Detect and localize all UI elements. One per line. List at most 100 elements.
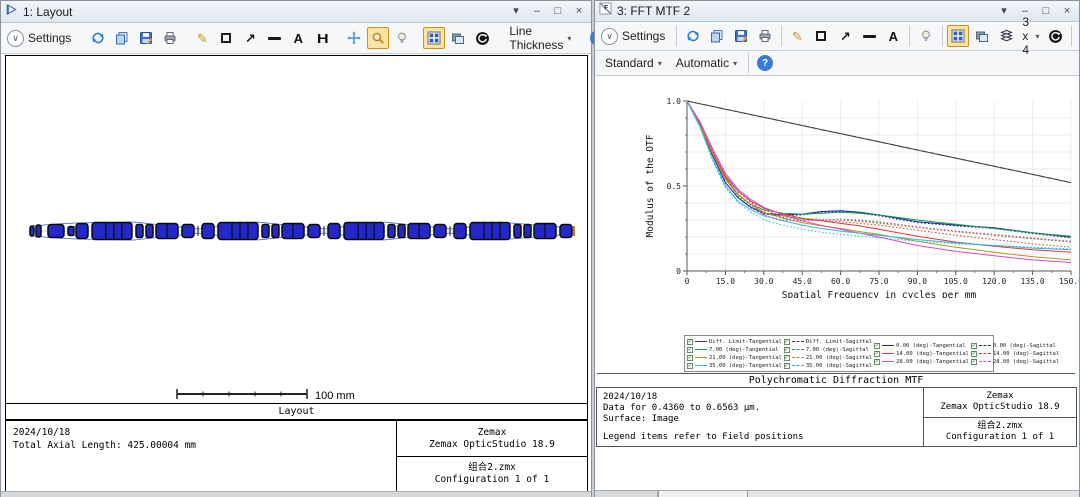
- text-tool-button[interactable]: A: [287, 27, 309, 49]
- chevron-down-icon: ▾: [733, 59, 737, 68]
- layout-info-table: 2024/10/18 Total Axial Length: 425.00004…: [5, 420, 588, 492]
- refresh-button[interactable]: [682, 25, 704, 47]
- x-tick-label: 0: [685, 277, 690, 286]
- window-title: 1: Layout: [23, 5, 72, 19]
- zoom-button[interactable]: [367, 27, 389, 49]
- pencil-icon: ✎: [792, 30, 803, 43]
- legend-label: 35.00 (deg)-Tangential: [709, 363, 782, 369]
- chevron-down-icon: ▾: [567, 34, 571, 43]
- chevron-down-icon: ▾: [658, 59, 662, 68]
- refresh-button[interactable]: [87, 27, 109, 49]
- help-button[interactable]: ?: [754, 52, 776, 74]
- legend-item: ✓14.00 (deg)-Tangential: [874, 350, 969, 358]
- lamp-button[interactable]: [915, 25, 937, 47]
- legend-checkbox-icon: ✓: [971, 359, 977, 365]
- copy-button[interactable]: [706, 25, 728, 47]
- pin-icon[interactable]: ▾: [508, 4, 524, 19]
- sampling-dropdown[interactable]: Standard ▾: [599, 52, 668, 74]
- minimize-icon[interactable]: –: [529, 4, 545, 19]
- legend-line-sample: [695, 357, 707, 358]
- duplicate-window-icon: [451, 31, 465, 45]
- layers-button[interactable]: [995, 25, 1017, 47]
- line-tool-button[interactable]: [263, 27, 285, 49]
- legend-item: ✓28.00 (deg)-Sagittal: [971, 358, 1059, 366]
- arrow-tool-button[interactable]: ↗: [239, 27, 261, 49]
- mtf-date: 2024/10/18: [603, 392, 917, 403]
- copy-button[interactable]: [111, 27, 133, 49]
- bottom-tab[interactable]: [658, 491, 748, 497]
- close-icon[interactable]: ×: [571, 4, 587, 19]
- legend-item: ✓35.00 (deg)-Sagittal: [784, 362, 872, 370]
- legend-line-sample: [695, 349, 707, 350]
- duplicate-window-button[interactable]: [447, 27, 469, 49]
- mtf-window-icon: F: [599, 2, 612, 20]
- legend-item: ✓7.00 (deg)-Sagittal: [784, 346, 872, 354]
- rectangle-tool-button[interactable]: [810, 25, 832, 47]
- chart-title: Polychromatic Diffraction MTF: [595, 375, 1077, 386]
- split-window-button[interactable]: [947, 25, 969, 47]
- save-button[interactable]: [730, 25, 752, 47]
- legend-line-sample: [695, 365, 707, 366]
- arrow-tool-button[interactable]: ↗: [834, 25, 856, 47]
- window-title: 3: FFT MTF 2: [617, 4, 690, 18]
- legend-checkbox-icon: ✓: [784, 347, 790, 353]
- legend-label: 21.00 (deg)-Tangential: [709, 355, 782, 361]
- x-tick-label: 45.0: [793, 277, 812, 286]
- split-window-button[interactable]: [423, 27, 445, 49]
- rectangle-tool-button[interactable]: [215, 27, 237, 49]
- print-button[interactable]: [159, 27, 181, 49]
- print-button[interactable]: [754, 25, 776, 47]
- maximize-icon[interactable]: □: [1038, 4, 1054, 19]
- legend-checkbox-icon: ✓: [971, 351, 977, 357]
- x-tick-label: 150.0: [1059, 277, 1079, 286]
- maximize-icon[interactable]: □: [550, 4, 566, 19]
- legend-line-sample: [882, 361, 894, 362]
- copy-icon: [710, 29, 724, 43]
- legend-checkbox-icon: ✓: [874, 359, 880, 365]
- update-button[interactable]: [471, 27, 493, 49]
- bottom-strip: [1, 491, 591, 497]
- layout-plot-frame: 100 mm Layout: [5, 55, 588, 420]
- duplicate-window-button[interactable]: [971, 25, 993, 47]
- x-tick-label: 90.0: [908, 277, 927, 286]
- close-icon[interactable]: ×: [1059, 4, 1075, 19]
- legend-line-sample: [792, 349, 804, 350]
- pencil-tool-button[interactable]: ✎: [786, 25, 808, 47]
- gridlines: [687, 101, 1071, 271]
- bottom-tab[interactable]: [595, 491, 658, 497]
- mtf-legend: ✓Diff. Limit-Tangential✓7.00 (deg)-Tange…: [684, 335, 994, 372]
- legend-checkbox-icon: ✓: [784, 339, 790, 345]
- chevron-down-icon: ∨: [601, 28, 618, 45]
- legend-item: ✓35.00 (deg)-Tangential: [687, 362, 782, 370]
- legend-line-sample: [792, 357, 804, 358]
- legend-item: ✓7.00 (deg)-Tangential: [687, 346, 782, 354]
- x-tick-label: 120.0: [982, 277, 1006, 286]
- lamp-button[interactable]: [391, 27, 413, 49]
- update-button[interactable]: [1044, 25, 1066, 47]
- pan-icon: [347, 31, 361, 45]
- settings-button[interactable]: ∨ Settings: [5, 27, 77, 49]
- dimension-icon: H: [316, 32, 328, 45]
- pencil-tool-button[interactable]: ✎: [191, 27, 213, 49]
- frequency-dropdown[interactable]: Automatic ▾: [670, 52, 743, 74]
- line-thickness-dropdown[interactable]: Line Thickness ▾: [503, 27, 577, 49]
- pan-button[interactable]: [343, 27, 365, 49]
- save-button[interactable]: [135, 27, 157, 49]
- legend-item: ✓0.00 (deg)-Tangential: [874, 342, 969, 350]
- grid-layout-dropdown[interactable]: 3 x 4 ▾: [1019, 25, 1042, 47]
- refresh-icon: [91, 31, 105, 45]
- pin-icon[interactable]: ▾: [996, 4, 1012, 19]
- mtf-toolbar-row1: ∨ Settings ✎ ↗ A 3 x 4 ▾: [595, 22, 1079, 51]
- legend-line-sample: [695, 341, 707, 342]
- dimension-tool-button[interactable]: H: [311, 27, 333, 49]
- legend-line-sample: [882, 345, 894, 346]
- text-tool-button[interactable]: A: [882, 25, 904, 47]
- legend-label: 28.00 (deg)-Tangential: [896, 359, 969, 365]
- help-icon: ?: [757, 55, 773, 71]
- layout-content: 100 mm Layout 2024/10/18 Total Axial Len…: [1, 54, 591, 497]
- mtf-titlebar[interactable]: F 3: FFT MTF 2 ▾ – □ ×: [595, 1, 1079, 22]
- settings-button[interactable]: ∨ Settings: [599, 25, 671, 47]
- line-tool-button[interactable]: [858, 25, 880, 47]
- layout-titlebar[interactable]: 1: Layout ▾ – □ ×: [1, 1, 591, 23]
- x-tick-label: 75.0: [869, 277, 888, 286]
